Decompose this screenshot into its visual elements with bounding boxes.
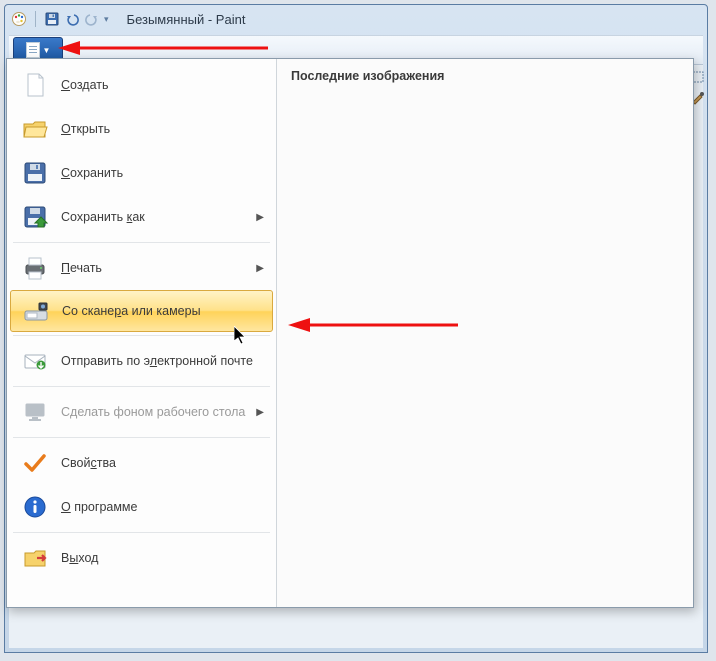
qat-save-button[interactable] [44, 11, 60, 27]
submenu-arrow-icon: ▶ [256, 212, 264, 223]
file-menu-list: СоздатьОткрытьСохранитьСохранить как▶Печ… [7, 59, 277, 607]
folder-open-icon [19, 113, 51, 145]
menu-item-label: Печать [61, 261, 256, 275]
floppy-icon [19, 157, 51, 189]
info-icon [19, 491, 51, 523]
menu-item-label: Со сканера или камеры [62, 304, 262, 318]
menu-item-label: Создать [61, 78, 266, 92]
quick-access-toolbar: ▾ [44, 11, 109, 27]
menu-item-label: Отправить по электронной почте [61, 354, 266, 368]
menu-item-save[interactable]: Сохранить [7, 151, 276, 195]
menu-item-label: Свойства [61, 456, 266, 470]
titlebar-separator [35, 11, 36, 27]
check-icon [19, 447, 51, 479]
menu-item-label: О программе [61, 500, 266, 514]
qat-redo-button[interactable] [84, 11, 100, 27]
new-file-icon [19, 69, 51, 101]
menu-item-open[interactable]: Открыть [7, 107, 276, 151]
menu-item-send[interactable]: Отправить по электронной почте [7, 339, 276, 383]
menu-item-props[interactable]: Свойства [7, 441, 276, 485]
qat-undo-button[interactable] [64, 11, 80, 27]
desktop-icon [19, 396, 51, 428]
file-icon [26, 42, 40, 58]
menu-item-saveas[interactable]: Сохранить как▶ [7, 195, 276, 239]
menu-item-wallpaper: Сделать фоном рабочего стола▶ [7, 390, 276, 434]
menu-item-label: Сделать фоном рабочего стола [61, 405, 256, 419]
exit-icon [19, 542, 51, 574]
menu-item-print[interactable]: Печать▶ [7, 246, 276, 290]
menu-separator [13, 386, 270, 387]
menu-item-about[interactable]: О программе [7, 485, 276, 529]
mail-icon [19, 345, 51, 377]
recent-documents-title: Последние изображения [291, 69, 679, 83]
menu-separator [13, 242, 270, 243]
submenu-arrow-icon: ▶ [256, 407, 264, 418]
menu-separator [13, 437, 270, 438]
scanner-icon [20, 295, 52, 327]
recent-documents-panel: Последние изображения [277, 59, 693, 607]
menu-item-scanner[interactable]: Со сканера или камеры [10, 290, 273, 332]
menu-item-exit[interactable]: Выход [7, 536, 276, 580]
menu-item-label: Открыть [61, 122, 266, 136]
submenu-arrow-icon: ▶ [256, 263, 264, 274]
menu-item-label: Выход [61, 551, 266, 565]
titlebar: ▾ Безымянный - Paint [5, 5, 707, 33]
menu-separator [13, 532, 270, 533]
window-title: Безымянный - Paint [127, 12, 246, 27]
floppy-as-icon [19, 201, 51, 233]
menu-item-label: Сохранить [61, 166, 266, 180]
file-menu-dropdown: СоздатьОткрытьСохранитьСохранить как▶Печ… [6, 58, 694, 608]
chevron-down-icon: ▼ [43, 46, 51, 55]
printer-icon [19, 252, 51, 284]
menu-item-new[interactable]: Создать [7, 63, 276, 107]
menu-separator [13, 335, 270, 336]
menu-item-label: Сохранить как [61, 210, 256, 224]
qat-customize-button[interactable]: ▾ [104, 14, 109, 25]
app-icon [11, 11, 27, 27]
